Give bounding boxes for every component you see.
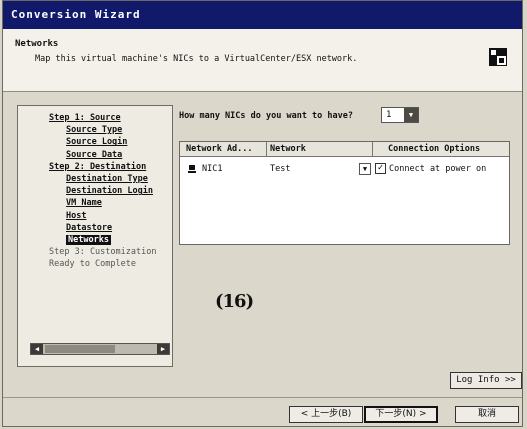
network-dropdown-chevron-down-icon[interactable]: ▼ [359,163,371,175]
sidebar-item-label: Step 3: Customization [49,247,157,258]
sidebar-item-label: Datastore [66,222,113,233]
sidebar-item-destination-login[interactable]: Destination Login [18,185,172,197]
wizard-logo-icon [489,48,507,66]
sidebar-item-label: Step 2: Destination [49,161,147,172]
sidebar-item-destination-type[interactable]: Destination Type [18,173,172,185]
steps-sidebar: Step 1: Source Source Type Source Login Sou… [17,105,173,367]
sidebar-item-step-1-source[interactable]: Step 1: Source [18,112,172,124]
sidebar-item-label: Destination Type [66,173,148,184]
log-info-button[interactable]: Log Info >> [450,372,522,389]
scroll-right-icon[interactable]: ▶ [157,344,169,354]
title-bar: Conversion Wizard [3,1,522,29]
scroll-left-icon[interactable]: ◀ [31,344,43,354]
conversion-wizard-window: Conversion Wizard Networks Map this virt… [2,0,523,427]
connect-at-power-on-checkbox[interactable]: ✓ [375,163,386,174]
column-divider[interactable] [372,142,373,156]
adapter-name: NIC1 [202,164,223,174]
sidebar-item-host[interactable]: Host [18,210,172,222]
table-row[interactable]: NIC1 Test ▼ ✓ Connect at power on [180,162,509,176]
sidebar-item-source-login[interactable]: Source Login [18,136,172,148]
sidebar-item-label: Ready to Complete [49,259,136,270]
page-title: Networks [15,39,59,49]
chevron-down-icon[interactable]: ▼ [404,108,418,122]
sidebar-item-label: Destination Login [66,186,153,197]
sidebar-item-step-2-destination[interactable]: Step 2: Destination [18,161,172,173]
page-header: Networks Map this virtual machine's NICs… [3,29,522,92]
sidebar-horizontal-scrollbar[interactable]: ◀ ▶ [30,343,170,355]
steps-list: Step 1: Source Source Type Source Login Sou… [18,112,172,270]
sidebar-item-label: Host [66,210,87,221]
sidebar-item-source-type[interactable]: Source Type [18,124,172,136]
sidebar-item-label: Source Data [66,149,123,160]
sidebar-item-label: Source Type [66,125,123,136]
sidebar-item-ready-to-complete: Ready to Complete [18,258,172,270]
column-header-network[interactable]: Network [270,142,306,156]
sidebar-item-label: Source Login [66,137,128,148]
network-adapter-icon [188,165,196,173]
cancel-button[interactable]: 取消 [455,406,519,423]
next-button[interactable]: 下一步(N) > [364,406,438,423]
sidebar-item-datastore[interactable]: Datastore [18,222,172,234]
column-header-connection-options[interactable]: Connection Options [388,142,480,156]
sidebar-item-source-data[interactable]: Source Data [18,149,172,161]
network-value[interactable]: Test [270,162,290,176]
sidebar-item-label: Step 1: Source [49,113,121,123]
column-header-network-adapter[interactable]: Network Ad... [186,142,253,156]
table-header: Network Ad... Network Connection Options [180,142,509,157]
column-divider[interactable] [266,142,267,156]
sidebar-item-vm-name[interactable]: VM Name [18,197,172,209]
figure-label: (16) [215,291,254,312]
sidebar-item-label: Networks [66,234,111,245]
footer-divider [3,397,522,398]
sidebar-item-step-3-customization: Step 3: Customization [18,246,172,258]
nic-count-label: How many NICs do you want to have? [179,111,353,121]
connect-at-power-on-label: Connect at power on [389,164,487,174]
nic-mapping-table: Network Ad... Network Connection Options… [179,141,510,245]
back-button[interactable]: < 上一步(B) [289,406,363,423]
scroll-thumb[interactable] [45,345,115,353]
sidebar-item-networks[interactable]: Networks [18,234,172,246]
nic-count-select[interactable]: 1 ▼ [381,107,419,123]
nic-count-value: 1 [386,110,392,120]
page-subtitle: Map this virtual machine's NICs to a Vir… [35,54,358,64]
sidebar-item-label: VM Name [66,198,102,209]
